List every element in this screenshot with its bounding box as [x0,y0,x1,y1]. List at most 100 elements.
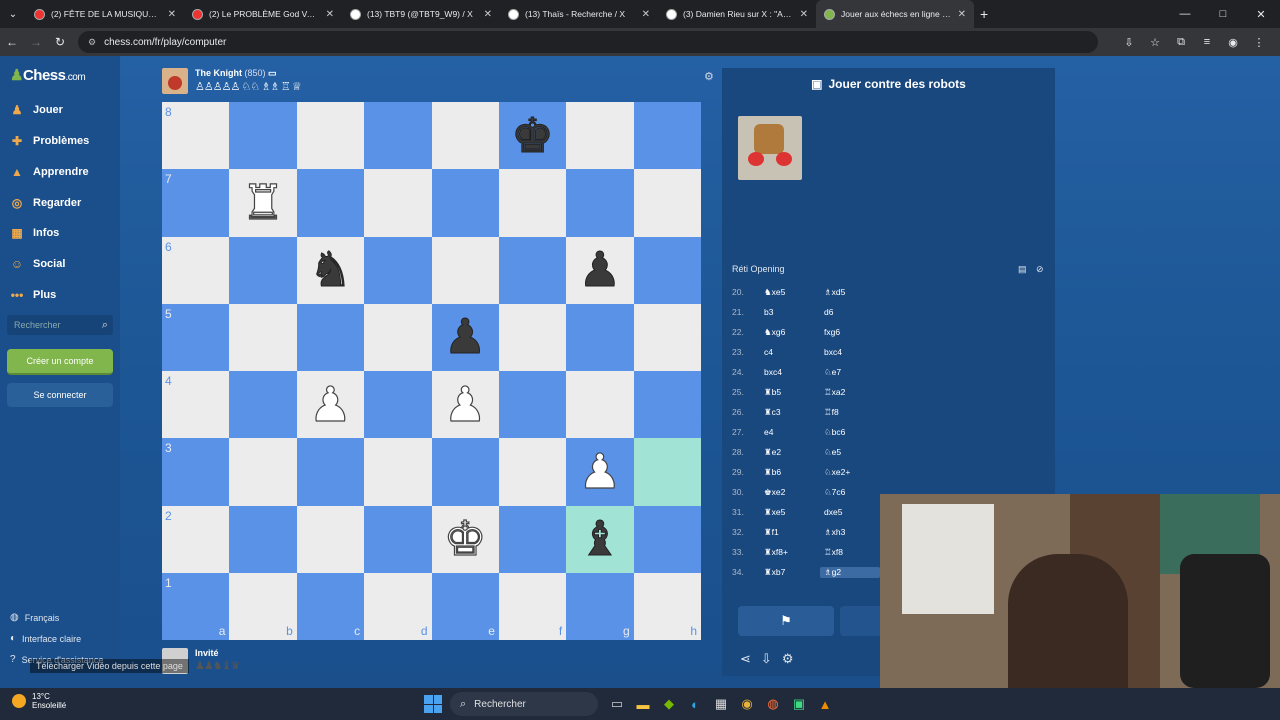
black-move[interactable]: dxe5 [820,507,880,517]
sidebar-item-apprendre[interactable]: ▲ Apprendre [8,161,89,183]
media-icon[interactable]: ≡ [1194,36,1220,48]
square-e1[interactable]: e [431,572,499,640]
square-e2[interactable]: ♚ [431,505,499,573]
black-move[interactable]: ♖f8 [820,407,880,418]
square-c8[interactable] [296,102,365,170]
black-move[interactable]: ♘e7 [820,367,880,378]
square-d5[interactable] [364,303,432,371]
square-h2[interactable] [633,505,701,573]
install-icon[interactable]: ⇩ [1116,36,1142,49]
square-a2[interactable]: 2 [162,505,230,573]
profile-icon[interactable]: ◉ [1220,36,1246,49]
square-h8[interactable] [633,102,701,170]
white-pawn-piece[interactable]: ♟ [308,380,352,429]
square-b6[interactable] [229,236,297,304]
site-info-icon[interactable]: ⚙ [88,37,96,48]
white-king-piece[interactable]: ♚ [443,515,487,564]
tab-close-icon[interactable]: ✕ [642,9,650,20]
white-move[interactable]: ♜xe5 [760,507,820,518]
footer-item[interactable]: ◍ Français [10,612,59,623]
square-d8[interactable] [364,102,432,170]
tab-search-icon[interactable]: ⌄ [0,9,26,20]
white-move[interactable]: ♜e2 [760,447,820,458]
footer-item[interactable]: ◐ Interface claire [10,633,81,644]
square-c3[interactable] [296,438,365,506]
signup-button[interactable]: Créer un compte [7,349,113,375]
firefox-icon[interactable]: ◍ [760,692,786,716]
black-move[interactable]: ♖xf8 [820,547,880,558]
square-f6[interactable] [498,236,567,304]
square-h7[interactable] [633,169,701,237]
square-a8[interactable]: 8 [162,102,230,170]
square-c4[interactable]: ♟ [296,371,365,439]
square-f5[interactable] [498,303,567,371]
square-f8[interactable]: ♚ [498,102,567,170]
square-c6[interactable]: ♞ [296,236,365,304]
login-button[interactable]: Se connecter [7,383,113,407]
sidebar-item-infos[interactable]: ▦ Infos [8,222,59,244]
square-g7[interactable] [566,169,634,237]
square-f4[interactable] [498,371,567,439]
black-knight-piece[interactable]: ♞ [308,246,352,295]
square-e4[interactable]: ♟ [431,371,499,439]
white-move[interactable]: ♜b5 [760,387,820,398]
white-pawn-piece[interactable]: ♟ [578,447,622,496]
browser-tab[interactable]: (2) Le PROBLÈME God Valley - (✕ [184,0,342,28]
white-move[interactable]: b3 [760,307,820,317]
square-a7[interactable]: 7 [162,169,230,237]
vlc-icon[interactable]: ▲ [812,692,838,716]
square-g6[interactable]: ♟ [566,236,634,304]
black-move[interactable]: fxg6 [820,327,880,337]
square-b1[interactable]: b [229,572,297,640]
black-pawn-piece[interactable]: ♟ [578,246,622,295]
minimize-icon[interactable]: — [1166,8,1204,20]
chess-board[interactable]: 8 ♚ 7 ♜ 6 ♞ ♟ 5 ♟ 4 ♟ ♟ 3 ♟ 2 ♚ ♝ 1 a b c d e f g h [162,102,701,640]
white-move[interactable]: e4 [760,427,820,437]
settings-gear-icon[interactable]: ⚙ [782,651,794,667]
black-move[interactable]: ♗xh3 [820,527,880,538]
black-move[interactable]: ♗xd5 [820,287,880,298]
menu-icon[interactable]: ⋮ [1246,36,1272,49]
sidebar-item-plus[interactable]: ••• Plus [8,284,57,306]
edge-icon[interactable]: ◐ [682,692,708,716]
square-g1[interactable]: g [566,572,634,640]
square-h3[interactable] [633,438,701,506]
square-c1[interactable]: c [296,572,365,640]
white-rook-piece[interactable]: ♜ [241,178,285,227]
square-b3[interactable] [229,438,297,506]
back-icon[interactable]: ← [0,35,24,49]
square-h4[interactable] [633,371,701,439]
new-tab-button[interactable]: + [980,6,988,22]
square-e6[interactable] [431,236,499,304]
white-move[interactable]: ♜f1 [760,527,820,538]
start-button[interactable] [424,695,442,713]
tab-close-icon[interactable]: ✕ [168,9,176,20]
black-move[interactable]: ♖xa2 [820,387,880,398]
weather-widget[interactable]: 13°C Ensoleillé [12,692,66,710]
black-move[interactable]: d6 [820,307,880,317]
square-a3[interactable]: 3 [162,438,230,506]
sidebar-item-social[interactable]: ☺ Social [8,253,66,275]
resign-flag-button[interactable]: ⚑ [738,606,834,636]
black-pawn-piece[interactable]: ♟ [443,313,487,362]
square-g3[interactable]: ♟ [566,438,634,506]
white-move[interactable]: ♚xe2 [760,487,820,498]
nvidia-icon[interactable]: ◆ [656,692,682,716]
square-b7[interactable]: ♜ [229,169,297,237]
task-view-icon[interactable]: ▭ [604,692,630,716]
square-d3[interactable] [364,438,432,506]
sidebar-search-input[interactable]: Rechercher ⌕ [7,315,113,335]
black-move[interactable]: ♘bc6 [820,427,880,438]
close-window-icon[interactable]: ✕ [1242,8,1280,21]
square-d2[interactable] [364,505,432,573]
square-f3[interactable] [498,438,567,506]
square-e3[interactable] [431,438,499,506]
sidebar-item-problèmes[interactable]: ✚ Problèmes [8,130,89,152]
square-a4[interactable]: 4 [162,371,230,439]
tab-close-icon[interactable]: ✕ [800,9,808,20]
square-h5[interactable] [633,303,701,371]
white-pawn-piece[interactable]: ♟ [443,380,487,429]
white-move[interactable]: ♞xg6 [760,327,820,338]
black-move[interactable]: bxc4 [820,347,880,357]
app-icon[interactable]: ▣ [786,692,812,716]
